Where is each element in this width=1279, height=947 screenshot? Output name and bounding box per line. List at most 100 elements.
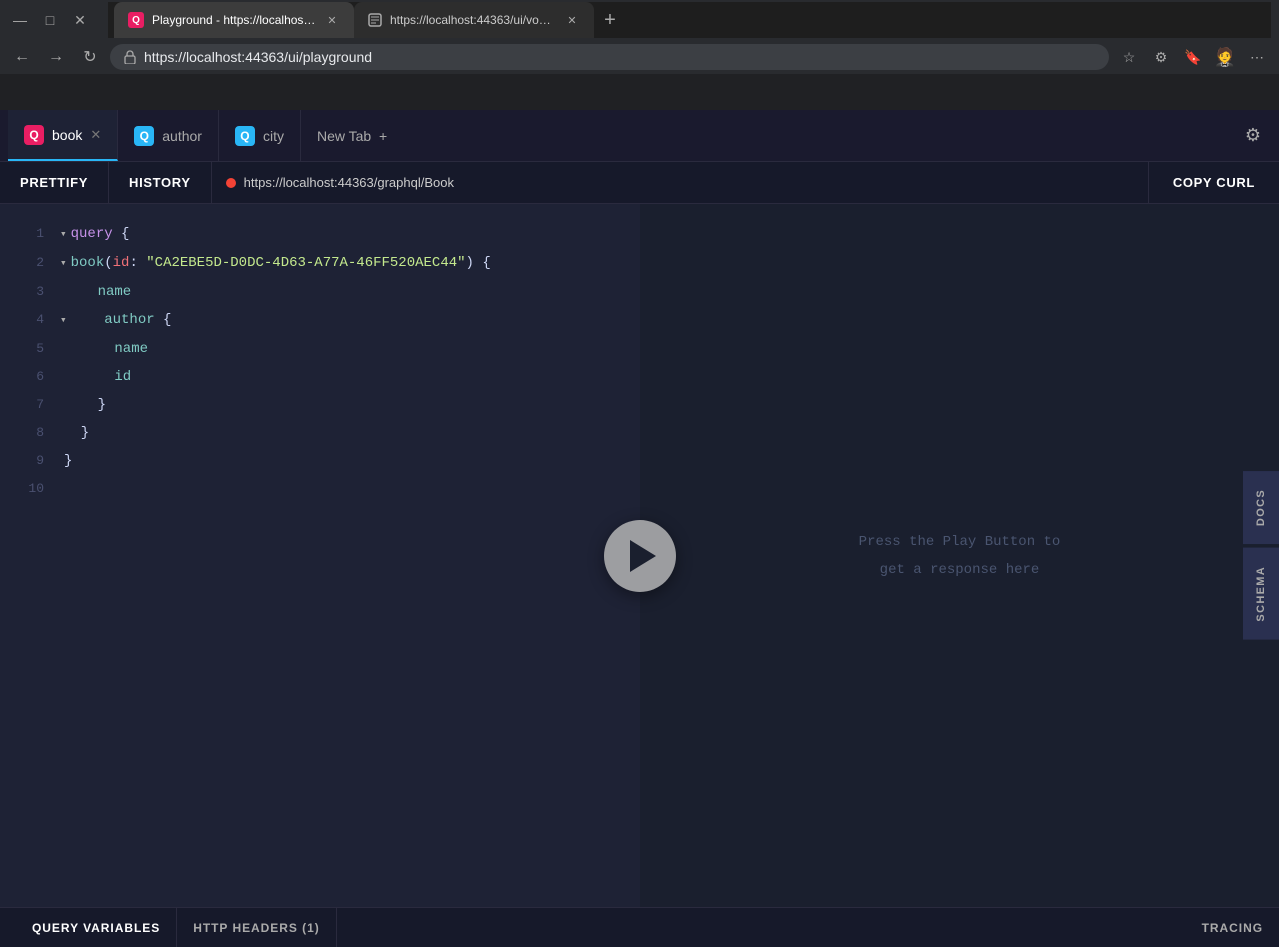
code-line-1: 1 ▾ query { — [0, 220, 640, 249]
field-author-id: id — [64, 363, 131, 391]
browser-chrome: — □ ✕ Q Playground - https://localhost:4… — [0, 0, 1279, 110]
field-name: name — [64, 278, 131, 306]
code-line-5: 5 name — [0, 335, 640, 363]
side-panel: DOCS SCHEMA — [1243, 204, 1279, 907]
code-editor[interactable]: 1 ▾ query { 2 ▾ book ( id : "CA2EBE5D-D0… — [0, 204, 640, 519]
docs-panel-button[interactable]: DOCS — [1243, 471, 1279, 544]
line-num-7: 7 — [16, 391, 44, 419]
browser-tab-bar: Q Playground - https://localhost:44 ✕ ht… — [108, 2, 1271, 38]
punct-2a: ( — [104, 249, 112, 277]
punct-4: { — [155, 306, 172, 334]
close-brace-8: } — [64, 419, 89, 447]
new-browser-tab-button[interactable]: + — [594, 4, 626, 36]
close-button[interactable]: ✕ — [68, 8, 92, 32]
city-tab-icon: Q — [235, 126, 255, 146]
back-button[interactable]: ← — [8, 43, 36, 71]
expand-arrow-2[interactable]: ▾ — [60, 250, 67, 278]
response-placeholder-line1: Press the Play Button to — [859, 528, 1061, 556]
url-box[interactable]: https://localhost:44363/ui/playground — [110, 44, 1109, 70]
book-tab-icon: Q — [24, 125, 44, 145]
response-placeholder: Press the Play Button to get a response … — [859, 528, 1061, 584]
browser-tab-voyager[interactable]: https://localhost:44363/ui/voyag ✕ — [354, 2, 594, 38]
prettify-button[interactable]: PRETTIFY — [0, 162, 109, 203]
main-area: 1 ▾ query { 2 ▾ book ( id : "CA2EBE5D-D0… — [0, 204, 1279, 907]
new-tab-label: New Tab — [317, 128, 371, 144]
extensions-button[interactable]: ⚙ — [1147, 43, 1175, 71]
query-variables-tab[interactable]: QUERY VARIABLES — [16, 908, 177, 947]
code-line-4: 4 ▾ author { — [0, 306, 640, 335]
endpoint-url: https://localhost:44363/graphql/Book — [244, 175, 454, 190]
book-tab-label: book — [52, 127, 82, 143]
copy-curl-button[interactable]: COPY CURL — [1149, 162, 1279, 203]
code-line-3: 3 name — [0, 278, 640, 306]
expand-arrow-1[interactable]: ▾ — [60, 221, 67, 249]
tracing-button[interactable]: TRACING — [1202, 921, 1263, 935]
code-line-7: 7 } — [0, 391, 640, 419]
history-button[interactable]: HISTORY — [109, 162, 212, 203]
address-bar: ← → ↻ https://localhost:44363/ui/playgro… — [0, 40, 1279, 74]
field-author: author — [71, 306, 155, 334]
expand-arrow-4[interactable]: ▾ — [60, 307, 67, 335]
app-tab-bar: Q book ✕ Q author Q city New Tab + ⚙ — [0, 110, 1279, 162]
minimize-button[interactable]: — — [8, 8, 32, 32]
http-headers-tab[interactable]: HTTP HEADERS (1) — [177, 908, 336, 947]
browser-tab-playground-close[interactable]: ✕ — [324, 12, 340, 28]
favorites-star-button[interactable]: ☆ — [1115, 43, 1143, 71]
playground-favicon: Q — [128, 12, 144, 28]
title-bar: — □ ✕ Q Playground - https://localhost:4… — [0, 0, 1279, 40]
line-num-9: 9 — [16, 447, 44, 475]
line-num-2: 2 — [16, 249, 44, 277]
browser-action-buttons: ☆ ⚙ 🔖 🤵 ⋯ — [1115, 43, 1271, 71]
menu-button[interactable]: ⋯ — [1243, 43, 1271, 71]
window-controls: — □ ✕ — [8, 8, 92, 32]
play-button-container — [604, 520, 676, 592]
settings-button[interactable]: ⚙ — [1235, 118, 1271, 154]
field-book: book — [71, 249, 105, 277]
tab-city[interactable]: Q city — [219, 110, 301, 161]
keyword-query: query — [71, 220, 113, 248]
browser-tab-voyager-title: https://localhost:44363/ui/voyag — [390, 13, 556, 27]
city-tab-label: city — [263, 128, 284, 144]
page-icon — [368, 13, 382, 27]
author-tab-label: author — [162, 128, 202, 144]
line-num-4: 4 — [16, 306, 44, 334]
punct-2c: ) { — [466, 249, 491, 277]
new-app-tab-button[interactable]: New Tab + — [301, 110, 403, 161]
browser-tab-voyager-close[interactable]: ✕ — [564, 12, 580, 28]
code-line-10: 10 — [0, 475, 640, 503]
maximize-button[interactable]: □ — [38, 8, 62, 32]
browser-tab-playground[interactable]: Q Playground - https://localhost:44 ✕ — [114, 2, 354, 38]
bottom-bar: QUERY VARIABLES HTTP HEADERS (1) TRACING — [0, 907, 1279, 947]
profile-button[interactable]: 🤵 — [1211, 43, 1239, 71]
endpoint-status-dot — [226, 178, 236, 188]
url-display: https://localhost:44363/ui/playground — [144, 49, 372, 65]
tab-author[interactable]: Q author — [118, 110, 219, 161]
arg-id: id — [113, 249, 130, 277]
punct-1: { — [113, 220, 130, 248]
endpoint-bar: https://localhost:44363/graphql/Book — [212, 162, 1149, 203]
browser-tab-playground-title: Playground - https://localhost:44 — [152, 13, 316, 27]
lock-icon — [124, 50, 136, 64]
refresh-button[interactable]: ↻ — [76, 43, 104, 71]
code-line-6: 6 id — [0, 363, 640, 391]
tab-book[interactable]: Q book ✕ — [8, 110, 118, 161]
editor-pane: 1 ▾ query { 2 ▾ book ( id : "CA2EBE5D-D0… — [0, 204, 640, 907]
collections-button[interactable]: 🔖 — [1179, 43, 1207, 71]
line-num-3: 3 — [16, 278, 44, 306]
close-brace-7: } — [64, 391, 106, 419]
code-line-2: 2 ▾ book ( id : "CA2EBE5D-D0DC-4D63-A77A… — [0, 249, 640, 278]
punct-2b: : — [129, 249, 146, 277]
schema-panel-button[interactable]: SCHEMA — [1243, 548, 1279, 640]
line-num-1: 1 — [16, 220, 44, 248]
line-num-10: 10 — [16, 475, 44, 503]
app: Q book ✕ Q author Q city New Tab + ⚙ PRE… — [0, 110, 1279, 947]
close-brace-9: } — [64, 447, 72, 475]
line-num-8: 8 — [16, 419, 44, 447]
book-tab-close[interactable]: ✕ — [90, 127, 101, 143]
forward-button[interactable]: → — [42, 43, 70, 71]
play-icon — [630, 540, 656, 572]
code-line-9: 9 } — [0, 447, 640, 475]
string-id-value: "CA2EBE5D-D0DC-4D63-A77A-46FF520AEC44" — [146, 249, 465, 277]
author-tab-icon: Q — [134, 126, 154, 146]
play-button[interactable] — [604, 520, 676, 592]
